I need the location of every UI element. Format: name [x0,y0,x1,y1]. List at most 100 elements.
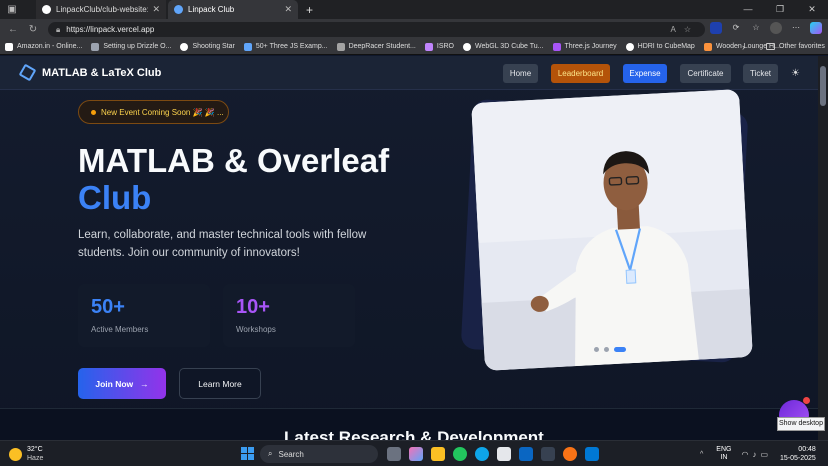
language-indicator[interactable]: ENG IN [716,446,731,462]
amazon-icon [5,42,13,51]
close-window-icon[interactable]: ✕ [796,0,828,19]
read-aloud-favorite-icons[interactable]: A☆ [670,25,699,34]
windows-start-icon[interactable] [241,447,254,460]
bookmark-item[interactable]: Setting up Drizzle O... [91,42,172,51]
refresh-icon[interactable]: ↻ [26,24,40,35]
bookmark-label: 50+ Three JS Examp... [255,43,328,50]
more-menu-icon[interactable]: ⋯ [790,22,802,34]
bookmark-label: Setting up Drizzle O... [103,43,172,50]
scrollbar-thumb[interactable] [820,66,826,106]
other-favorites-folder[interactable]: Other favorites [766,43,825,50]
tray-overflow-chevron-icon[interactable]: ^ [700,451,703,458]
edge-dev-icon[interactable] [475,447,489,461]
carousel-dot[interactable] [604,347,609,352]
bookmark-item[interactable]: Three.js Journey [552,42,617,51]
lock-icon[interactable]: 🔒︎ [56,25,60,35]
stat-card-workshops: 10+ Workshops [223,284,355,347]
search-label: Search [278,449,304,459]
bookmark-label: Amazon.in - Online... [17,43,83,50]
stat-value: 10+ [236,296,270,318]
task-view-icon[interactable] [387,447,401,461]
terminal-icon[interactable] [541,447,555,461]
bookmarks-overflow-chevron-icon[interactable]: › [742,42,745,52]
lang-top: ENG [716,446,732,453]
back-icon[interactable]: ← [6,24,20,35]
threejs-journey-icon [552,42,561,51]
bookmark-item[interactable]: HDRI to CubeMap [625,42,695,51]
vercel-favicon-icon [174,5,183,14]
address-toolbar: ← ↻ 🔒︎ https://linpack.vercel.app A☆ ⟳ ☆… [0,19,828,39]
browser-tab-github[interactable]: LinpackClub/club-website: Fancy ✕ [36,0,166,19]
windows-taskbar: 32°C Haze ⌕ Search ^ ENG IN ◠♪▭ 00:48 15… [0,440,828,466]
bookmark-item[interactable]: Amazon.in - Online... [5,42,83,51]
browser-tab-bar: ▣ LinpackClub/club-website: Fancy ✕ Linp… [0,0,828,19]
copilot-app-icon[interactable] [409,447,423,461]
nav-ticket-button[interactable]: Ticket [743,64,778,83]
window-controls: — ❐ ✕ [732,0,828,19]
notification-dot-icon [803,397,810,404]
clock-date: 15-05-2025 [780,455,816,462]
extension-icon[interactable] [710,22,722,34]
brand-name: MATLAB & LaTeX Club [42,66,162,79]
theme-toggle-sun-icon[interactable]: ☀ [791,68,800,79]
nav-expense-button[interactable]: Expense [623,64,667,83]
carousel-dot-active[interactable] [614,347,626,352]
event-badge[interactable]: New Event Coming Soon 🎉 🎉 ... [78,100,229,124]
lang-bottom: IN [720,454,728,461]
firefox-icon[interactable] [563,447,577,461]
profile-avatar-icon[interactable] [770,22,782,34]
brand[interactable]: MATLAB & LaTeX Club [18,63,162,82]
bookmark-item[interactable]: DeepRacer Student... [336,42,416,51]
system-tray: ^ ENG IN ◠♪▭ 00:48 15-05-2025 [700,445,816,463]
edge-icon[interactable] [453,447,467,461]
weather-temp: 32°C [27,446,43,453]
bookmark-label: ISRO [436,43,455,50]
close-tab-icon[interactable]: ✕ [152,4,160,15]
store-icon[interactable] [497,447,511,461]
new-tab-icon[interactable]: + [306,3,313,17]
wifi-volume-battery-icons[interactable]: ◠♪▭ [741,450,772,459]
page-scrollbar[interactable] [818,56,828,440]
learn-more-button[interactable]: Learn More [179,368,261,399]
workspaces-icon[interactable]: ▣ [6,4,18,16]
copilot-icon[interactable] [810,22,822,34]
file-explorer-icon[interactable] [431,447,445,461]
stat-label: Workshops [236,325,276,334]
maximize-icon[interactable]: ❐ [764,0,796,19]
address-bar[interactable]: 🔒︎ https://linpack.vercel.app A☆ [48,22,705,37]
page-icon [91,42,100,51]
bookmark-item[interactable]: Shooting Star [180,42,235,51]
badge-dot-icon [91,109,96,115]
badge-text: New Event Coming Soon 🎉 🎉 ... [101,107,224,117]
weather-widget[interactable]: 32°C Haze [9,445,43,463]
github-favicon-icon [42,5,51,14]
stat-card-members: 50+ Active Members [78,284,210,347]
web-page: MATLAB & LaTeX Club Home Leaderboard Exp… [0,56,828,440]
linkedin-icon[interactable] [519,447,533,461]
threejs-icon [243,42,252,51]
bookmark-item[interactable]: WebGL 3D Cube Tu... [463,42,544,51]
url-text: https://linpack.vercel.app [66,25,155,34]
bookmark-item[interactable]: ISRO [424,42,455,51]
taskbar-search[interactable]: ⌕ Search [260,445,378,463]
bookmark-label: WebGL 3D Cube Tu... [475,43,544,50]
polyhaven-icon [703,42,712,51]
site-navbar: MATLAB & LaTeX Club Home Leaderboard Exp… [0,56,818,90]
nav-leaderboard-button[interactable]: Leaderboard [551,64,610,83]
github-icon [463,42,472,51]
join-now-button[interactable]: Join Now → [78,368,166,399]
bookmark-item[interactable]: 50+ Three JS Examp... [243,42,328,51]
favorites-icon[interactable]: ☆ [750,22,762,34]
close-tab-icon[interactable]: ✕ [284,4,292,15]
nav-home-button[interactable]: Home [503,64,538,83]
sync-icon[interactable]: ⟳ [730,22,742,34]
carousel-indicators [594,347,626,352]
clock[interactable]: 00:48 15-05-2025 [780,445,816,463]
minimize-icon[interactable]: — [732,0,764,19]
carousel-dot[interactable] [594,347,599,352]
vscode-icon[interactable] [585,447,599,461]
browser-tab-linpack[interactable]: Linpack Club ✕ [168,0,298,19]
arrow-right-icon: → [140,378,149,389]
nav-certificate-button[interactable]: Certificate [680,64,731,83]
search-icon: ⌕ [268,449,273,458]
